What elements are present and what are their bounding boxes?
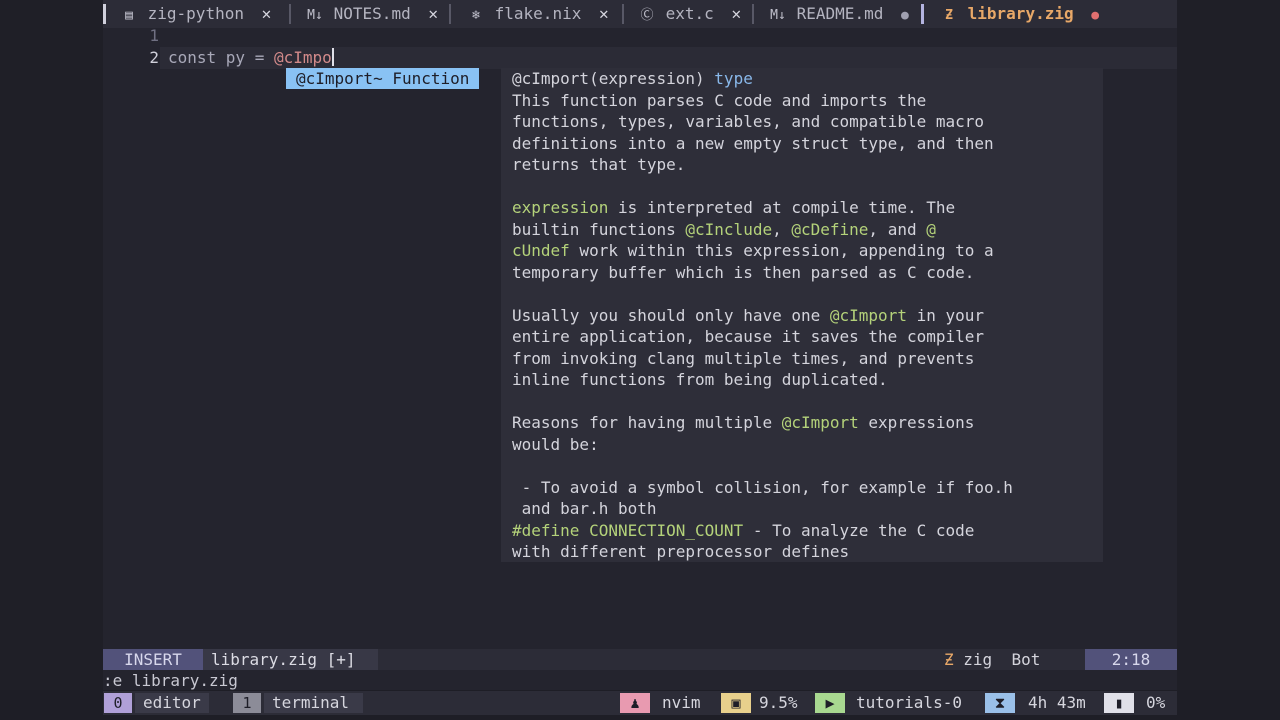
doc-line: This function parses C code and imports …: [512, 91, 927, 110]
tmux-window-editor[interactable]: editor: [135, 693, 209, 713]
battery-icon: ▮: [1104, 693, 1134, 713]
hourglass-icon: ⧗: [985, 693, 1015, 713]
doc-line: expression is interpreted at compile tim…: [512, 198, 956, 217]
doc-line: functions, types, variables, and compati…: [512, 112, 985, 131]
window-index-badge[interactable]: 1: [233, 693, 261, 713]
zig-icon: Ƶ: [945, 8, 953, 23]
doc-line: builtin functions @cInclude, @cDefine, a…: [512, 220, 936, 239]
line-number-current: 2: [149, 48, 159, 67]
doc-signature-type: type: [714, 69, 753, 88]
window-index-badge[interactable]: 0: [104, 693, 132, 713]
left-margin: [0, 0, 103, 690]
tab-library-zig[interactable]: Ƶ library.zig ●: [940, 0, 1099, 28]
tab-label: flake.nix: [494, 4, 582, 23]
cursor-position: 2:18: [1085, 649, 1177, 670]
tmux-process: nvim: [662, 693, 701, 712]
doc-line: definitions into a new empty struct type…: [512, 134, 994, 153]
code-text: const py =: [168, 48, 274, 67]
doc-line: Usually you should only have one @cImpor…: [512, 306, 985, 325]
doc-line: cUndef work within this expression, appe…: [512, 241, 994, 260]
line-number: 1: [149, 26, 159, 45]
right-margin: [1177, 0, 1280, 690]
tab-flake-nix[interactable]: ❄ flake.nix ✕: [467, 0, 609, 28]
tmux-battery: 0%: [1146, 693, 1166, 712]
statusline-filename: library.zig [+]: [203, 649, 378, 670]
scroll-indicator: Bot: [1011, 650, 1041, 669]
code-line[interactable]: const py = @cImpo: [168, 47, 334, 69]
tmux-session: tutorials-0: [856, 693, 962, 712]
tmux-window-terminal[interactable]: terminal: [264, 693, 364, 713]
snowflake-icon: ❄: [472, 8, 480, 23]
terminal-icon: ▶: [815, 693, 845, 713]
tab-readme-md[interactable]: M↓ README.md ●: [769, 0, 909, 28]
tab-label: zig-python: [147, 4, 244, 23]
tab-notes-md[interactable]: M↓ NOTES.md ✕: [306, 0, 438, 28]
person-icon: ♟: [620, 693, 650, 713]
cpu-icon: ▣: [721, 693, 751, 713]
tab-label: library.zig: [967, 4, 1074, 23]
tab-zig-python[interactable]: ▤ zig-python ✕: [120, 0, 271, 28]
c-file-icon: Ⓒ: [640, 8, 654, 23]
close-icon[interactable]: ✕: [428, 4, 438, 23]
modified-indicator-icon: ●: [900, 8, 909, 23]
doc-line: inline functions from being duplicated.: [512, 370, 888, 389]
command-line[interactable]: :e library.zig: [103, 671, 238, 691]
tab-separator: [622, 4, 624, 24]
doc-line: entire application, because it saves the…: [512, 327, 985, 346]
doc-list-item: - To avoid a symbol collision, for examp…: [512, 478, 1013, 497]
active-tab-indicator: [921, 4, 924, 24]
doc-line: would be:: [512, 435, 599, 454]
tab-label: NOTES.md: [333, 4, 411, 23]
code-typed-builtin: @cImpo: [273, 48, 332, 67]
close-icon[interactable]: ✕: [262, 4, 272, 23]
tmux-cpu: 9.5%: [759, 693, 798, 712]
tabline-left-indicator: [103, 4, 106, 24]
close-icon[interactable]: ✕: [731, 4, 741, 23]
zig-icon: Ƶ: [944, 650, 954, 669]
markdown-icon: M↓: [770, 8, 786, 23]
doc-line: from invoking clang multiple times, and …: [512, 349, 975, 368]
tab-separator: [752, 4, 754, 24]
close-icon[interactable]: ✕: [599, 4, 609, 23]
tab-separator: [449, 4, 451, 24]
tab-ext-c[interactable]: Ⓒ ext.c ✕: [638, 0, 741, 28]
tab-label: README.md: [796, 4, 884, 23]
doc-list-item: #define CONNECTION_COUNT - To analyze th…: [512, 521, 975, 540]
tab-separator: [289, 4, 291, 24]
doc-line: temporary buffer which is then parsed as…: [512, 263, 975, 282]
text-cursor: [331, 48, 334, 66]
markdown-icon: M↓: [307, 8, 323, 23]
modified-indicator-icon: ●: [1091, 8, 1100, 23]
doc-list-item: with different preprocessor defines: [512, 542, 850, 561]
tab-label: ext.c: [665, 4, 714, 23]
tmux-uptime: 4h 43m: [1028, 693, 1086, 712]
statusline-filetype: Ƶ zig Bot: [944, 650, 1041, 669]
completion-item-selected[interactable]: @cImport~ Function: [286, 68, 480, 89]
doc-line: Reasons for having multiple @cImport exp…: [512, 413, 975, 432]
doc-line: returns that type.: [512, 155, 686, 174]
doc-signature: @cImport(expression) type: [512, 69, 753, 88]
doc-list-item: and bar.h both: [512, 499, 657, 518]
mode-indicator: INSERT: [103, 649, 203, 670]
